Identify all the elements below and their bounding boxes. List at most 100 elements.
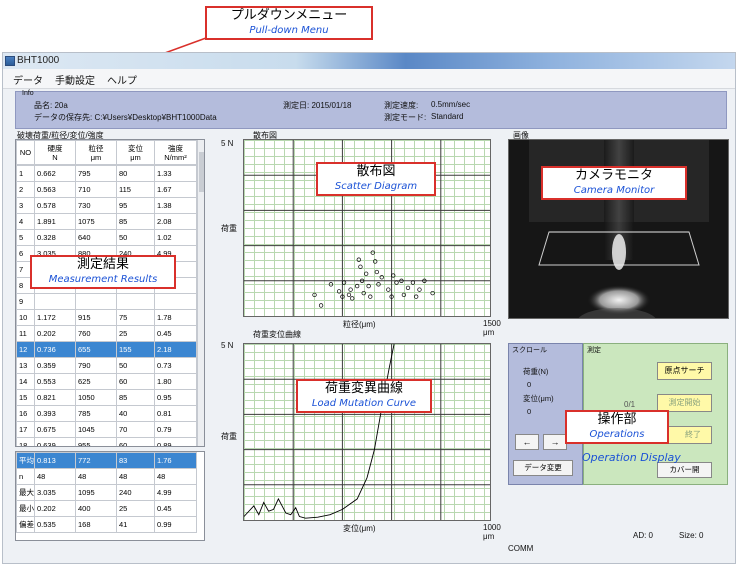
table-cell: 625 bbox=[75, 373, 117, 390]
stats-cell: 1.76 bbox=[154, 452, 197, 469]
table-cell: 11 bbox=[16, 325, 35, 342]
table-cell bbox=[34, 293, 76, 310]
scroll-left-button[interactable]: ← bbox=[515, 434, 539, 450]
measure-count: 0/1 bbox=[624, 400, 636, 409]
scatter-point bbox=[370, 250, 375, 255]
product-name: 品名: 20a bbox=[34, 101, 68, 110]
origin-search-button[interactable]: 原点サーチ bbox=[657, 362, 712, 380]
scatter-point bbox=[376, 282, 381, 287]
table-cell: 12 bbox=[16, 341, 35, 358]
scatter-point bbox=[346, 292, 352, 298]
table-row[interactable]: 12 0.736 655 155 2.18 bbox=[16, 341, 197, 358]
table-row[interactable]: 16 0.393 785 40 0.81 bbox=[16, 405, 197, 422]
annotation-en: Camera Monitor bbox=[573, 185, 655, 196]
table-cell: 0.675 bbox=[34, 421, 76, 438]
stats-cell: 0.99 bbox=[154, 516, 197, 533]
table-cell: 0.81 bbox=[154, 405, 197, 422]
table-row[interactable]: 1 0.662 795 80 1.33 bbox=[16, 165, 197, 182]
save-path: データの保存先: C:¥Users¥Desktop¥BHT1000Data bbox=[34, 113, 217, 122]
annotation-en: Scatter Diagram bbox=[334, 181, 418, 192]
scatter-point bbox=[430, 290, 435, 296]
speed-value: 0.5mm/sec bbox=[431, 100, 471, 109]
camera-annotation: カメラモニタ Camera Monitor bbox=[541, 166, 687, 200]
table-cell: 0.821 bbox=[34, 389, 76, 406]
data-change-button[interactable]: データ変更 bbox=[513, 460, 573, 476]
table-cell: 1050 bbox=[75, 389, 117, 406]
table-cell: 795 bbox=[75, 165, 117, 182]
cover-open-button[interactable]: カバー開 bbox=[657, 462, 712, 478]
scatter-point bbox=[358, 264, 363, 269]
scrollbar-thumb[interactable] bbox=[199, 152, 204, 192]
scatter-point bbox=[373, 259, 378, 264]
table-cell: 0.393 bbox=[34, 405, 76, 422]
scatter-point bbox=[410, 280, 416, 285]
annotation-jp: カメラモニタ bbox=[574, 168, 653, 183]
stats-cell: 0.45 bbox=[154, 500, 197, 517]
table-row[interactable]: 9 bbox=[16, 293, 197, 310]
table-cell: 16 bbox=[16, 405, 35, 422]
scatter-x-max-label: 1500 bbox=[483, 319, 501, 328]
displacement-label: 変位(μm) bbox=[523, 394, 554, 403]
table-cell: 15 bbox=[16, 389, 35, 406]
curve-y-max-label: 5 N bbox=[221, 341, 234, 350]
load-curve-plot bbox=[243, 343, 491, 521]
table-cell: 1045 bbox=[75, 421, 117, 438]
table-cell: 3 bbox=[16, 197, 35, 214]
stats-cell: 83 bbox=[116, 452, 155, 469]
stats-cell: n bbox=[16, 468, 35, 485]
scatter-point bbox=[355, 283, 360, 289]
title-bar: BHT1000 bbox=[3, 53, 735, 69]
stats-cell: 0.813 bbox=[34, 452, 76, 469]
menu-item-data[interactable]: データ bbox=[13, 72, 43, 87]
table-row[interactable]: 3 0.578 730 95 1.38 bbox=[16, 197, 197, 214]
speed-label: 測定速度: bbox=[384, 101, 419, 110]
scroll-panel-title: スクロール bbox=[512, 347, 547, 354]
measure-date: 測定日: 2015/01/18 bbox=[283, 101, 352, 110]
scroll-right-button[interactable]: → bbox=[543, 434, 567, 450]
table-cell: 1.67 bbox=[154, 181, 197, 198]
table-row[interactable]: 13 0.359 790 50 0.73 bbox=[16, 357, 197, 374]
table-row[interactable]: 2 0.563 710 115 1.67 bbox=[16, 181, 197, 198]
table-row[interactable]: 14 0.553 625 60 1.80 bbox=[16, 373, 197, 390]
table-cell: 0.578 bbox=[34, 197, 76, 214]
load-curve-line bbox=[244, 344, 395, 519]
table-cell: 10 bbox=[16, 309, 35, 326]
scatter-point bbox=[356, 257, 361, 262]
table-cell: 710 bbox=[75, 181, 117, 198]
table-row[interactable]: 17 0.675 1045 70 0.79 bbox=[16, 421, 197, 438]
table-row[interactable]: 10 1.172 915 75 1.78 bbox=[16, 309, 197, 326]
table-cell: 0.662 bbox=[34, 165, 76, 182]
table-cell: 0.563 bbox=[34, 181, 76, 198]
table-cell: 5 bbox=[16, 229, 35, 246]
table-row[interactable]: 15 0.821 1050 85 0.95 bbox=[16, 389, 197, 406]
curve-annotation: 荷重変異曲線 Load Mutation Curve bbox=[296, 379, 432, 413]
menu-item-help[interactable]: ヘルプ bbox=[107, 72, 137, 87]
table-cell: 1.80 bbox=[154, 373, 197, 390]
menu-item-manual-settings[interactable]: 手動設定 bbox=[55, 72, 95, 87]
table-cell: 0.328 bbox=[34, 229, 76, 246]
stats-cell: 4.99 bbox=[154, 484, 197, 501]
header-line1: NO bbox=[19, 148, 32, 157]
table-cell: 760 bbox=[75, 325, 117, 342]
stats-row: 平均 0.813 772 83 1.76 bbox=[16, 452, 197, 469]
table-row[interactable]: 4 1.891 1075 85 2.08 bbox=[16, 213, 197, 230]
scatter-point bbox=[336, 289, 342, 294]
table-cell: 60 bbox=[116, 437, 155, 446]
curve-y-label: 荷重 bbox=[221, 432, 237, 441]
header-line2: μm bbox=[90, 152, 102, 162]
scatter-point bbox=[379, 275, 384, 280]
displacement-value: 0 bbox=[527, 407, 532, 416]
table-row[interactable]: 18 0.639 955 60 0.89 bbox=[16, 437, 197, 446]
table-cell: 2.18 bbox=[154, 341, 197, 358]
stats-cell: 48 bbox=[116, 468, 155, 485]
results-scrollbar[interactable] bbox=[197, 140, 204, 446]
table-cell: 0.202 bbox=[34, 325, 76, 342]
table-row[interactable]: 11 0.202 760 25 0.45 bbox=[16, 325, 197, 342]
scatter-point bbox=[368, 294, 373, 299]
curve-title: 荷重変位曲線 bbox=[253, 330, 301, 339]
stats-cell: 41 bbox=[116, 516, 155, 533]
table-row[interactable]: 5 0.328 640 50 1.02 bbox=[16, 229, 197, 246]
scatter-y-label: 荷重 bbox=[221, 224, 237, 233]
stats-cell: 400 bbox=[75, 500, 117, 517]
mode-value: Standard bbox=[431, 112, 464, 121]
